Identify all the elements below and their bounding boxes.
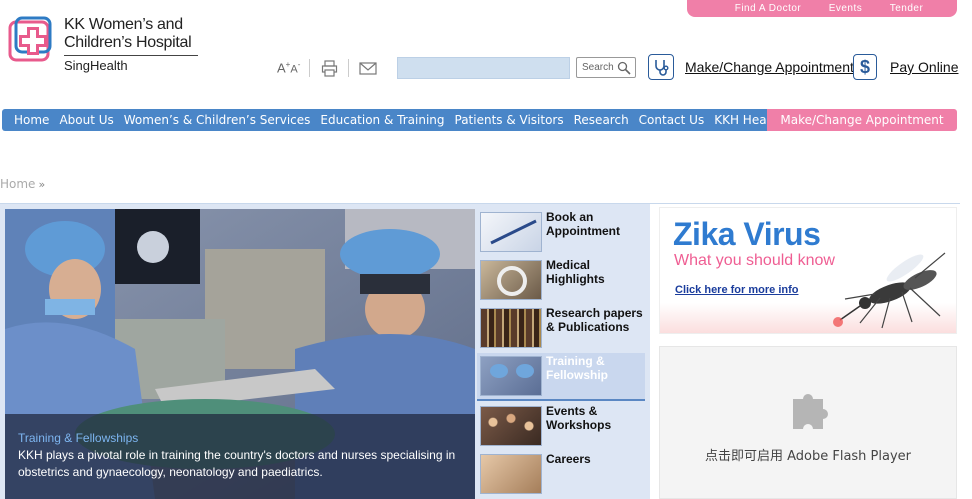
logo-line-3: SingHealth [64, 58, 128, 73]
books-thumbnail [480, 308, 542, 348]
dollar-icon: $ [853, 54, 877, 80]
zika-title: Zika Virus [673, 216, 821, 252]
zika-subtitle: What you should know [674, 252, 835, 269]
breadcrumb: Home» [0, 177, 45, 191]
list-item-research-papers[interactable]: Research papers & Publications [477, 305, 645, 353]
logo-rule [64, 55, 198, 56]
hero-description: KKH plays a pivotal role in training the… [18, 448, 456, 479]
nav-item-contact-us[interactable]: Contact Us [634, 113, 710, 127]
tool-divider [348, 59, 350, 77]
search-button[interactable]: Search [576, 57, 636, 78]
nav-item-about-us[interactable]: About Us [54, 113, 118, 127]
main-nav: Home About Us Women’s & Children’s Servi… [2, 109, 957, 131]
hero-banner[interactable]: Training & Fellowships KKH plays a pivot… [5, 209, 475, 499]
header-appointment-label: Make/Change Appointment [685, 59, 854, 75]
zika-banner[interactable]: Zika Virus What you should know Click he… [659, 207, 957, 334]
feature-list: Book an Appointment Medical Highlights R… [477, 209, 645, 499]
list-item-medical-highlights[interactable]: Medical Highlights [477, 257, 645, 305]
list-item-events-workshops[interactable]: Events & Workshops [477, 403, 645, 451]
nav-appointment-button[interactable]: Make/Change Appointment [767, 109, 957, 131]
search-icon [617, 61, 631, 78]
search-input[interactable] [397, 57, 570, 79]
nav-item-home[interactable]: Home [2, 113, 54, 127]
audience-thumbnail [480, 406, 542, 446]
surgery-thumbnail [480, 356, 542, 396]
zika-more-info-link[interactable]: Click here for more info [675, 284, 798, 296]
flash-player-placeholder[interactable]: 点击即可启用 Adobe Flash Player [659, 346, 957, 499]
find-a-doctor-link[interactable]: Find A Doctor [735, 3, 802, 14]
font-size-control[interactable]: A+A- [277, 60, 300, 75]
pay-online-label: Pay Online [890, 59, 959, 75]
breadcrumb-home[interactable]: Home [0, 177, 35, 191]
nav-item-patients-visitors[interactable]: Patients & Visitors [450, 113, 569, 127]
list-item-book-appointment[interactable]: Book an Appointment [477, 209, 645, 257]
mosquito-icon [833, 252, 946, 329]
nav-item-research[interactable]: Research [569, 113, 634, 127]
equipment-thumbnail [480, 260, 542, 300]
nav-item-education[interactable]: Education & Training [315, 113, 449, 127]
hospital-logo[interactable]: KK Women’s and Children’s Hospital SingH… [8, 16, 198, 73]
tender-link[interactable]: Tender [890, 3, 924, 14]
pay-online-link[interactable]: $ Pay Online [853, 54, 958, 80]
events-link[interactable]: Events [829, 3, 863, 14]
pen-thumbnail [480, 212, 542, 252]
list-item-training-fellowship[interactable]: Training & Fellowship [477, 353, 645, 401]
logo-line-1: KK Women’s and [64, 16, 183, 33]
hero-caption: Training & Fellowships KKH plays a pivot… [5, 414, 475, 499]
puzzle-piece-icon [793, 394, 828, 429]
hero-title[interactable]: Training & Fellowships [18, 431, 463, 445]
feature-list-divider [477, 399, 645, 401]
nav-item-services[interactable]: Women’s & Children’s Services [119, 113, 316, 127]
logo-cross-icon [8, 16, 54, 62]
flash-player-text: 点击即可启用 Adobe Flash Player [704, 449, 912, 464]
list-item-careers[interactable]: Careers [477, 451, 645, 499]
breadcrumb-separator: » [38, 178, 46, 191]
stethoscope-icon [648, 54, 674, 80]
tool-divider [309, 59, 311, 77]
utility-bar: Find A Doctor Events Tender [687, 0, 957, 17]
page-tools: A+A- [277, 55, 378, 81]
mail-icon[interactable] [358, 59, 378, 77]
header-appointment-link[interactable]: Make/Change Appointment [648, 54, 854, 80]
careers-thumbnail [480, 454, 542, 494]
logo-line-2: Children’s Hospital [64, 34, 192, 51]
print-icon[interactable] [319, 59, 339, 77]
